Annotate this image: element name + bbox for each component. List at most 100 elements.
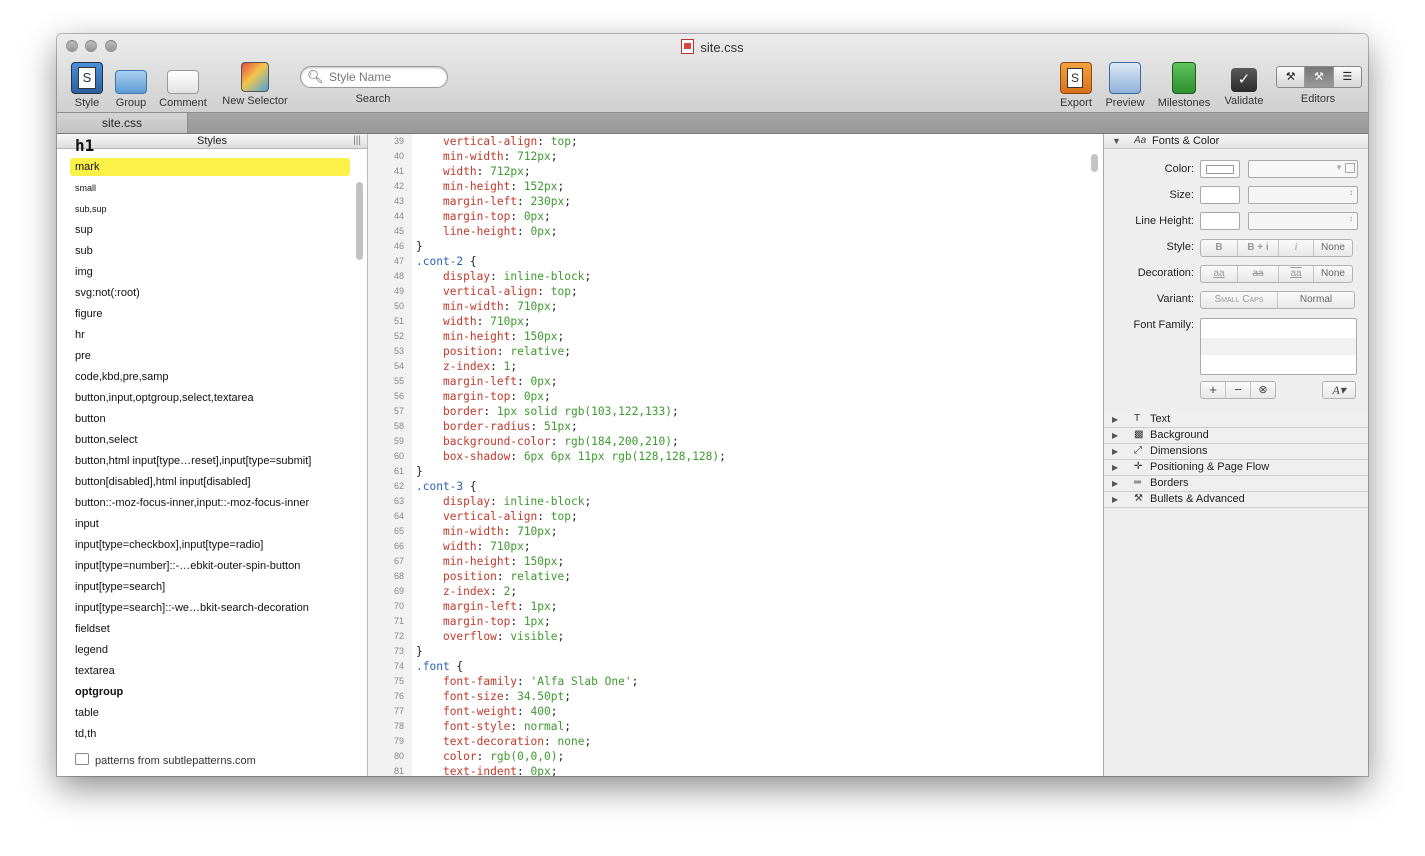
- style-list-item[interactable]: input: [70, 515, 350, 533]
- underline-option[interactable]: aa: [1201, 266, 1238, 282]
- small-caps-option[interactable]: Small Caps: [1201, 292, 1278, 308]
- styles-footer: patterns from subtlepatterns.com: [75, 753, 256, 767]
- style-list-item[interactable]: button,select: [70, 431, 350, 449]
- section-borders[interactable]: ▶ ═ Borders: [1104, 476, 1368, 492]
- styles-scrollbar[interactable]: [356, 182, 363, 260]
- section-positioning-page-flow[interactable]: ▶ ✛ Positioning & Page Flow: [1104, 460, 1368, 476]
- font-family-actions[interactable]: + − ⊗: [1200, 381, 1276, 399]
- style-list-item[interactable]: sup: [70, 221, 350, 239]
- disclosure-closed-icon[interactable]: ▶: [1112, 412, 1118, 427]
- style-list-item[interactable]: button[disabled],html input[disabled]: [70, 473, 350, 491]
- font-style-segmented[interactable]: B B + i i None: [1200, 239, 1353, 257]
- disclosure-closed-icon[interactable]: ▶: [1112, 460, 1118, 475]
- style-list-item[interactable]: button,html input[type…reset],input[type…: [70, 452, 350, 470]
- style-list-item[interactable]: input[type=checkbox],input[type=radio]: [70, 536, 350, 554]
- code-line: font-family: 'Alfa Slab One';: [442, 675, 639, 688]
- section-dimensions[interactable]: ▶ ⤢ Dimensions: [1104, 444, 1368, 460]
- wrench-editor-icon[interactable]: ⚒: [1277, 67, 1306, 87]
- style-list-item[interactable]: img: [70, 263, 350, 281]
- style-list-item[interactable]: table: [70, 704, 350, 722]
- visual-editor-icon[interactable]: ⚒: [1305, 67, 1334, 87]
- disclosure-open-icon[interactable]: ▼: [1112, 134, 1121, 148]
- resize-grip-icon[interactable]: |||: [353, 134, 361, 148]
- decoration-segmented[interactable]: aa aa aa None: [1200, 265, 1353, 283]
- add-icon[interactable]: +: [1201, 382, 1226, 398]
- remove-icon[interactable]: −: [1226, 382, 1251, 398]
- code-line: margin-top: 0px;: [442, 390, 551, 403]
- style-list-item[interactable]: svg:not(:root): [70, 284, 350, 302]
- style-list-item[interactable]: sub,sup: [70, 200, 350, 218]
- search-input[interactable]: [327, 69, 441, 85]
- editors-label: Editors: [1300, 93, 1336, 105]
- line-number: 41: [393, 166, 404, 176]
- bold-italic-option[interactable]: B + i: [1238, 240, 1279, 256]
- search-label: Search: [355, 93, 391, 105]
- line-number: 48: [393, 271, 404, 281]
- disclosure-closed-icon[interactable]: ▶: [1112, 444, 1118, 459]
- style-list-item[interactable]: button::-moz-focus-inner,input::-moz-foc…: [70, 494, 350, 512]
- style-list-item[interactable]: mark: [70, 158, 350, 176]
- italic-option[interactable]: i: [1279, 240, 1314, 256]
- section-text[interactable]: ▶ T Text: [1104, 412, 1368, 428]
- fonts-color-section-header[interactable]: ▼ Aa Fonts & Color: [1104, 134, 1368, 149]
- code-line: }: [416, 465, 423, 478]
- stepper-icon: ↕: [1349, 188, 1353, 197]
- style-list-item[interactable]: optgroup: [70, 683, 350, 701]
- strikethrough-option[interactable]: aa: [1238, 266, 1279, 282]
- clear-icon[interactable]: ⊗: [1251, 382, 1275, 398]
- tab-site-css[interactable]: site.css: [57, 113, 188, 133]
- line-number: 64: [393, 511, 404, 521]
- style-list-item[interactable]: button,input,optgroup,select,textarea: [70, 389, 350, 407]
- variant-segmented[interactable]: Small Caps Normal: [1200, 291, 1355, 309]
- style-list-item[interactable]: legend: [70, 641, 350, 659]
- style-list-item[interactable]: input[type=search]: [70, 578, 350, 596]
- style-list-item[interactable]: code,kbd,pre,samp: [70, 368, 350, 386]
- line-height-unit-select[interactable]: ↕: [1248, 212, 1358, 230]
- style-list-item[interactable]: pre: [70, 347, 350, 365]
- style-list-item[interactable]: td,th: [70, 725, 350, 743]
- font-picker-icon[interactable]: A▾: [1323, 382, 1355, 398]
- style-list-item[interactable]: figure: [70, 305, 350, 323]
- style-list-item[interactable]: fieldset: [70, 620, 350, 638]
- editors-segmented-control[interactable]: ⚒ ⚒ ☰: [1276, 66, 1362, 88]
- validate-button[interactable]: ✓ Validate: [1220, 62, 1268, 107]
- style-list-item[interactable]: textarea: [70, 662, 350, 680]
- font-picker-dropdown[interactable]: A▾: [1322, 381, 1356, 399]
- style-search-field[interactable]: 🔍︎: [300, 66, 448, 88]
- decoration-none-option[interactable]: None: [1314, 266, 1352, 282]
- disclosure-closed-icon[interactable]: ▶: [1112, 492, 1118, 507]
- new-selector-button[interactable]: New Selector: [218, 62, 292, 107]
- style-list-item[interactable]: button: [70, 410, 350, 428]
- comment-button[interactable]: Comment: [155, 62, 211, 109]
- disclosure-closed-icon[interactable]: ▶: [1112, 476, 1118, 491]
- style-list-item[interactable]: sub: [70, 242, 350, 260]
- overline-option[interactable]: aa: [1279, 266, 1314, 282]
- style-list-item[interactable]: h1: [70, 137, 350, 155]
- code-line: display: inline-block;: [442, 270, 592, 283]
- style-list-item[interactable]: input[type=number]::-…ebkit-outer-spin-b…: [70, 557, 350, 575]
- normal-variant-option[interactable]: Normal: [1278, 292, 1354, 308]
- style-list-item[interactable]: input[type=search]::-we…bkit-search-deco…: [70, 599, 350, 617]
- group-button[interactable]: Group: [113, 62, 149, 109]
- style-list-item[interactable]: hr: [70, 326, 350, 344]
- section-background[interactable]: ▶ ▩ Background: [1104, 428, 1368, 444]
- section-bullets-advanced[interactable]: ▶ ⚒ Bullets & Advanced: [1104, 492, 1368, 508]
- disclosure-closed-icon[interactable]: ▶: [1112, 428, 1118, 443]
- code-scrollbar[interactable]: [1091, 154, 1098, 172]
- color-picker-dropdown[interactable]: ▼: [1248, 160, 1358, 178]
- list-editor-icon[interactable]: ☰: [1334, 67, 1361, 87]
- style-button[interactable]: S Style: [67, 62, 107, 109]
- preview-button[interactable]: Preview: [1103, 62, 1147, 109]
- export-button[interactable]: S Export: [1056, 62, 1096, 109]
- color-swatch[interactable]: [1200, 160, 1240, 178]
- size-unit-select[interactable]: ↕: [1248, 186, 1358, 204]
- code-editor[interactable]: vertical-align: top; min-width: 712px; w…: [412, 134, 1089, 776]
- size-input[interactable]: [1200, 186, 1240, 204]
- font-family-list[interactable]: [1200, 318, 1357, 375]
- bold-option[interactable]: B: [1201, 240, 1238, 256]
- milestones-button[interactable]: Milestones: [1154, 62, 1214, 109]
- style-none-option[interactable]: None: [1314, 240, 1352, 256]
- line-height-input[interactable]: [1200, 212, 1240, 230]
- style-list-item[interactable]: small: [70, 179, 350, 197]
- line-number: 43: [393, 196, 404, 206]
